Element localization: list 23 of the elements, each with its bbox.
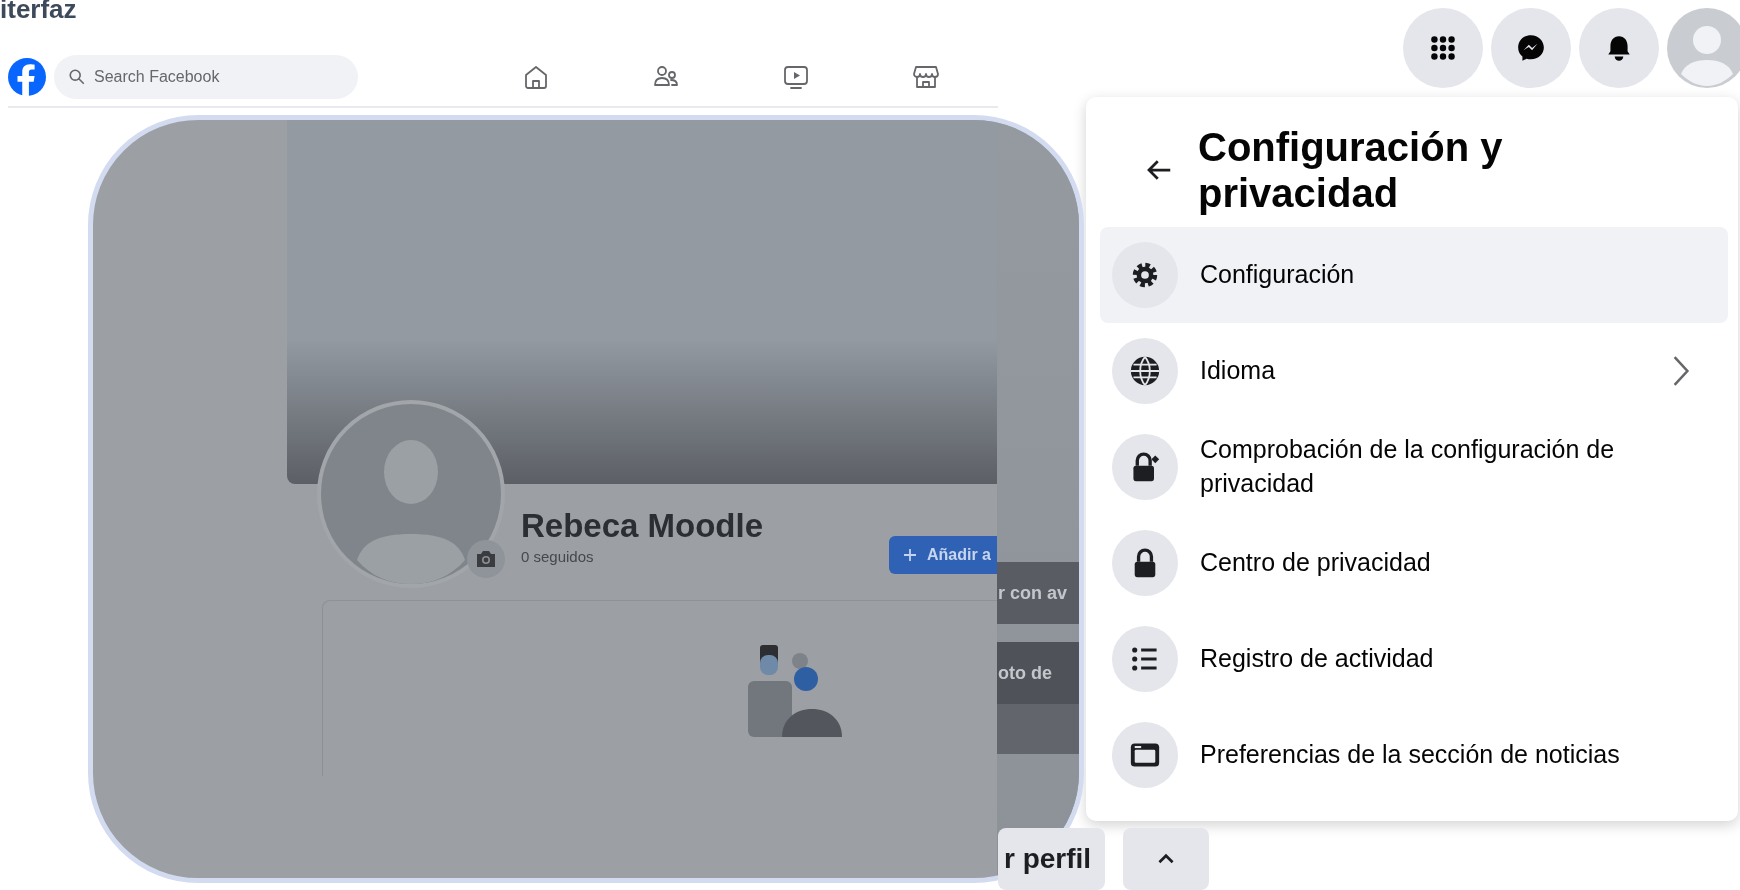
store-icon[interactable] bbox=[912, 63, 940, 91]
add-button[interactable]: Añadir a bbox=[889, 536, 997, 574]
page-button[interactable]: oto de bbox=[997, 642, 1079, 704]
camera-button[interactable] bbox=[467, 540, 505, 578]
search-field[interactable]: Search Facebook bbox=[54, 55, 358, 99]
page-button[interactable]: r con av bbox=[997, 562, 1079, 624]
video-icon[interactable] bbox=[782, 63, 810, 91]
page-heading: iterfaz bbox=[0, 0, 77, 22]
menu-item[interactable]: Comprobación de la configuración de privacidad bbox=[1100, 419, 1728, 515]
profile-name: Rebeca Moodle bbox=[521, 508, 765, 545]
menu-title: Configuración y privacidad bbox=[1198, 124, 1504, 216]
menu-item[interactable]: Centro de privacidad bbox=[1100, 515, 1728, 611]
menu-item[interactable]: Idioma bbox=[1100, 323, 1728, 419]
logo-icon[interactable] bbox=[8, 58, 46, 96]
home-icon[interactable] bbox=[522, 63, 550, 91]
following-count: 0 seguidos bbox=[521, 548, 595, 566]
grid-icon bbox=[1428, 33, 1458, 63]
menu-item[interactable]: Preferencias de la sección de noticias bbox=[1100, 707, 1728, 803]
plus-icon bbox=[903, 548, 917, 562]
menu-item[interactable]: Registro de actividad bbox=[1100, 611, 1728, 707]
menu-item[interactable]: Configuración bbox=[1100, 227, 1728, 323]
profile-button[interactable]: r perfil bbox=[998, 828, 1106, 890]
chat-bubble-icon bbox=[1516, 33, 1546, 63]
